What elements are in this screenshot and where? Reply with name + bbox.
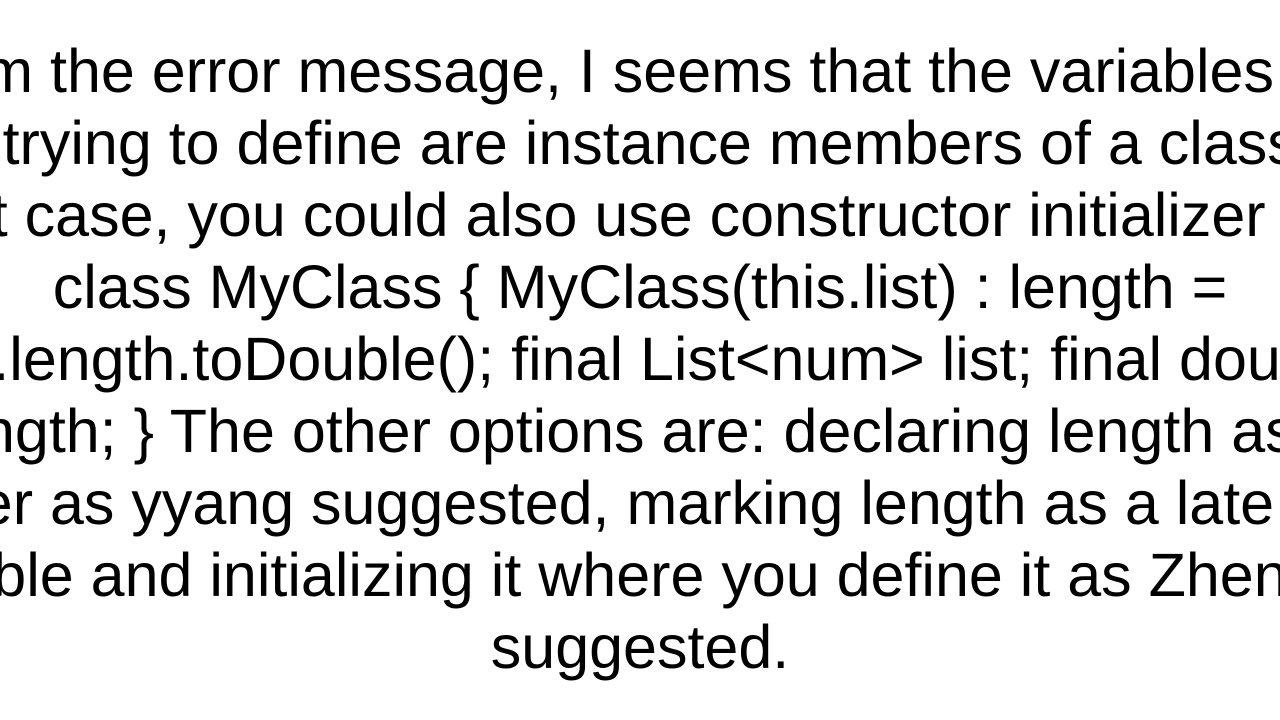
answer-body-text: From the error message, I seems that the… — [0, 36, 1280, 684]
page-container: From the error message, I seems that the… — [0, 0, 1280, 720]
